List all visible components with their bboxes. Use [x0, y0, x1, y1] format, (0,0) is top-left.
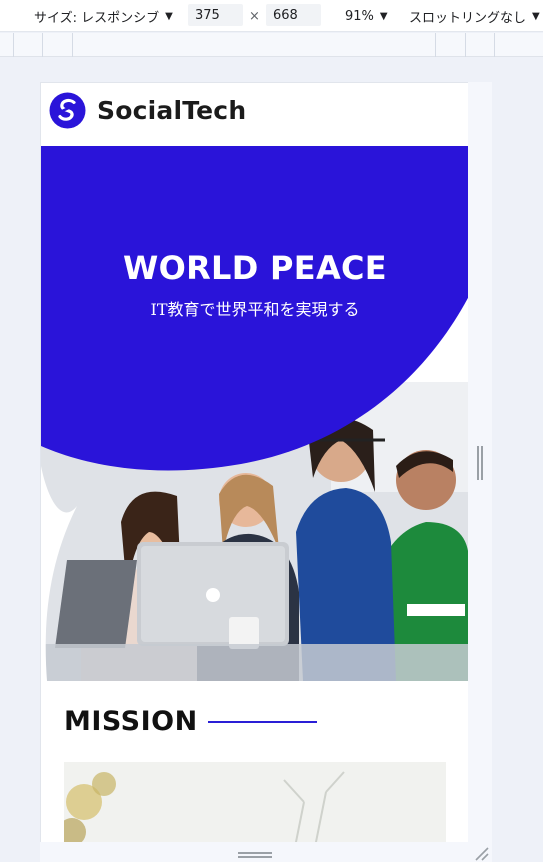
responsive-size-dropdown[interactable]: サイズ: レスポンシブ ▼: [34, 0, 173, 32]
ruler-tick: [13, 33, 14, 57]
hero-section: WORLD PEACE IT教育で世界平和を実現する: [41, 146, 468, 681]
dimension-separator: ×: [249, 8, 260, 24]
hero-title: WORLD PEACE: [123, 249, 387, 287]
hero-subtitle: IT教育で世界平和を実現する: [150, 300, 360, 319]
height-input[interactable]: [266, 4, 321, 26]
corner-resize-icon[interactable]: [472, 844, 490, 862]
caret-down-icon: ▼: [532, 10, 540, 22]
ruler-tick: [494, 33, 495, 57]
ruler-tick: [72, 33, 73, 57]
width-resize-handle[interactable]: [476, 446, 484, 480]
throttling-dropdown[interactable]: スロットリングなし ▼: [409, 0, 540, 32]
throttling-label: スロットリングなし: [409, 10, 527, 26]
height-resize-handle[interactable]: [238, 851, 272, 859]
ruler-tick: [435, 33, 436, 57]
caret-down-icon: ▼: [379, 10, 388, 22]
zoom-label: 91%: [345, 8, 374, 24]
socialtech-logo-icon[interactable]: [49, 92, 86, 129]
hero-blue-curve: [41, 146, 468, 681]
ruler-tick: [465, 33, 466, 57]
site-header: SocialTech: [41, 83, 468, 146]
mission-heading: MISSION: [64, 706, 198, 737]
media-query-ruler[interactable]: [0, 33, 543, 57]
mission-image: [64, 762, 446, 842]
mission-underline: [208, 721, 317, 723]
width-input[interactable]: [188, 4, 243, 26]
zoom-dropdown[interactable]: 91% ▼: [345, 0, 388, 32]
brand-name[interactable]: SocialTech: [97, 93, 246, 129]
caret-down-icon: ▼: [165, 10, 173, 22]
ruler-tick: [42, 33, 43, 57]
device-viewport: SocialTech WORLD PEACE IT教育で世界平和を実現する MI…: [40, 82, 468, 842]
device-toolbar: サイズ: レスポンシブ ▼ × 91% ▼ スロットリングなし ▼: [0, 0, 543, 32]
size-label: サイズ: レスポンシブ: [34, 10, 160, 26]
